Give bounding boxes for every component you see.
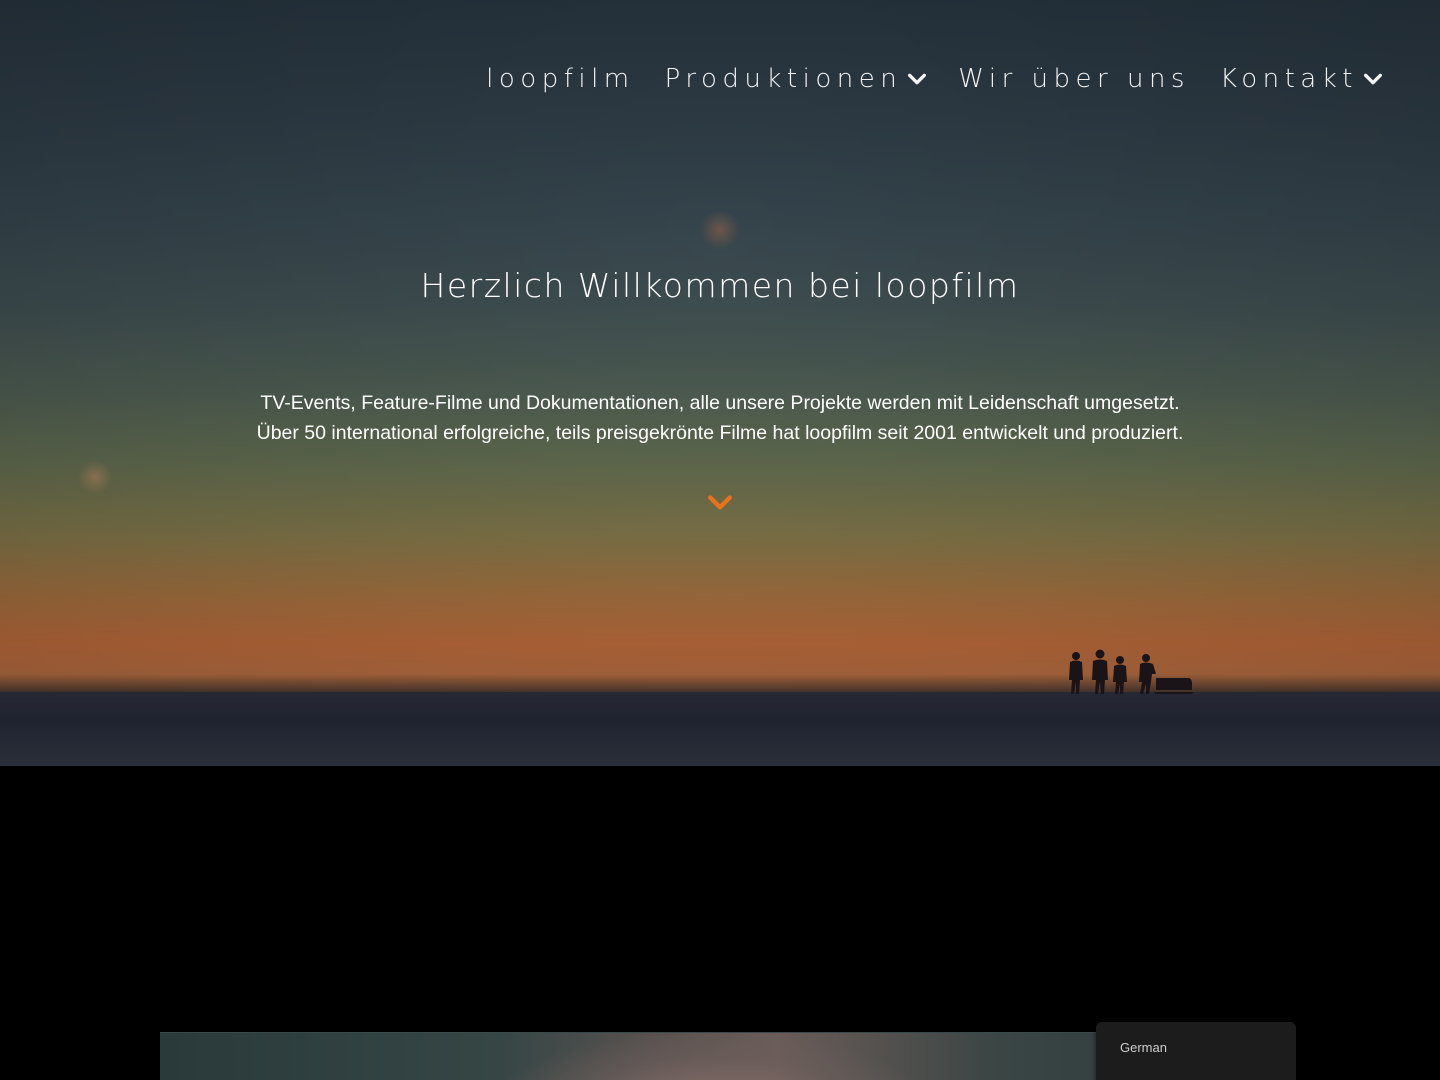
- light-flare: [78, 460, 112, 494]
- light-flare: [700, 210, 740, 250]
- nav-item-kontakt[interactable]: Kontakt: [1220, 64, 1384, 94]
- hero-section: loopfilm Produktionen Wir über uns Konta…: [0, 0, 1440, 766]
- video-thumbnail-image: [500, 1033, 920, 1080]
- silhouette-people-image: [1069, 649, 1194, 694]
- hero-description: TV-Events, Feature-Filme und Dokumentati…: [0, 388, 1440, 448]
- hero-description-line: TV-Events, Feature-Filme und Dokumentati…: [260, 392, 1180, 414]
- nav-item-wir-ueber-uns[interactable]: Wir über uns: [958, 64, 1190, 94]
- hero-description-line: Über 50 international erfolgreiche, teil…: [256, 422, 1184, 444]
- nav-item-label: Kontakt: [1219, 64, 1358, 94]
- main-navigation: loopfilm Produktionen Wir über uns Konta…: [456, 64, 1384, 94]
- nav-item-label: Produktionen: [664, 64, 903, 94]
- hero-overlay: [0, 0, 1440, 766]
- page: loopfilm Produktionen Wir über uns Konta…: [0, 0, 1440, 1080]
- snow-ground: [0, 692, 1440, 766]
- page-title: Herzlich Willkommen bei loopfilm: [420, 266, 1020, 305]
- chevron-down-icon: [908, 73, 927, 85]
- chevron-down-icon[interactable]: [707, 490, 733, 516]
- nav-item-label: Wir über uns: [958, 64, 1190, 94]
- nav-item-produktionen[interactable]: Produktionen: [665, 64, 929, 94]
- language-switcher[interactable]: German: [1096, 1022, 1296, 1080]
- nav-item-loopfilm[interactable]: loopfilm: [486, 64, 634, 94]
- nav-item-label: loopfilm: [486, 64, 635, 94]
- chevron-down-icon: [1364, 73, 1382, 85]
- language-selected: German: [1120, 1040, 1167, 1055]
